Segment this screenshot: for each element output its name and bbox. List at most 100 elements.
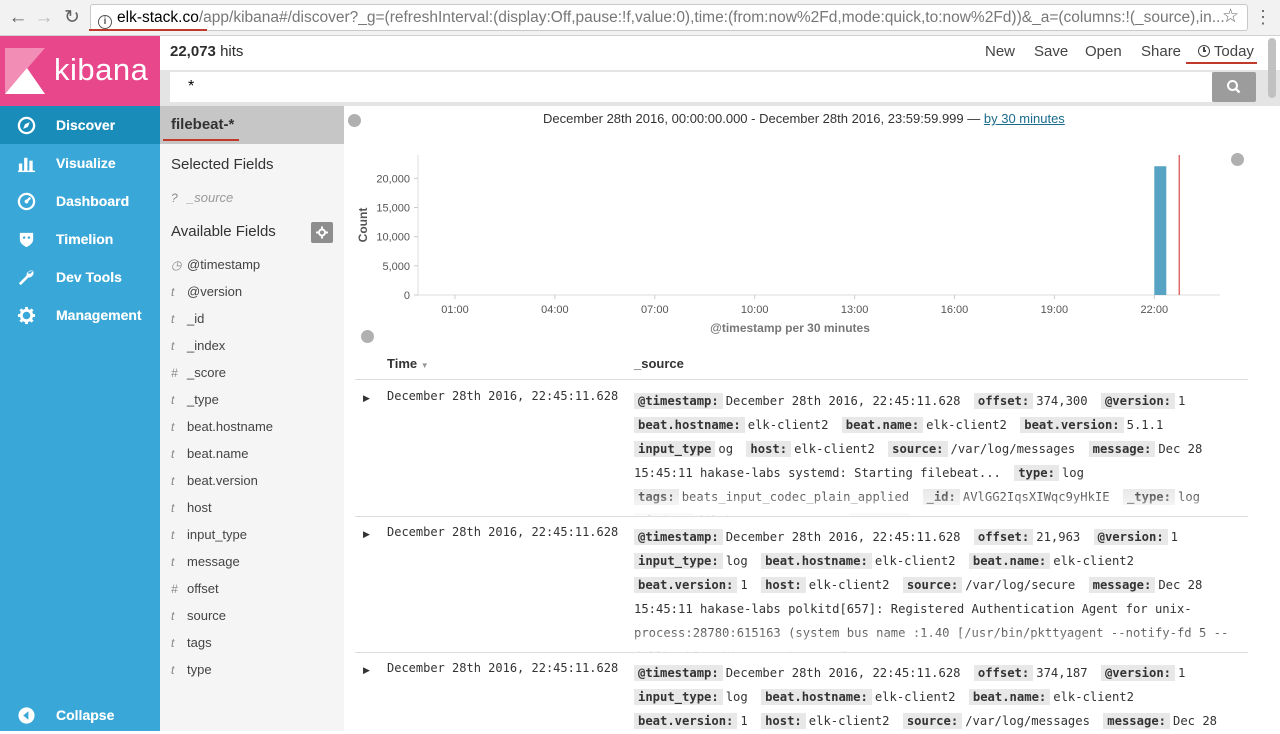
field-item[interactable]: t beat.version <box>171 472 258 490</box>
sidebar-item-dashboard[interactable]: Dashboard <box>0 182 160 220</box>
field-item[interactable]: t message <box>171 553 240 571</box>
field-item[interactable]: ? _source <box>171 189 233 207</box>
annotation-underline-today <box>1186 62 1257 64</box>
field-type-icon: t <box>171 501 175 515</box>
x-tick-label: 07:00 <box>641 304 669 316</box>
field-item[interactable]: t beat.name <box>171 445 248 463</box>
field-type-icon: t <box>171 609 175 623</box>
x-tick-label: 22:00 <box>1141 304 1169 316</box>
histogram-bar <box>1154 166 1167 295</box>
expand-row-icon[interactable]: ▶ <box>363 529 370 540</box>
sidebar-collapse-button[interactable]: Collapse <box>0 696 160 734</box>
bookmark-star-icon[interactable]: ☆ <box>1222 6 1239 28</box>
hit-count: 22,073 hits <box>170 43 243 60</box>
field-name: _score <box>187 365 227 380</box>
sidebar-item-timelion[interactable]: Timelion <box>0 220 160 258</box>
back-arrow-icon[interactable]: ← <box>6 6 30 30</box>
field-type-icon: ◷ <box>171 258 182 272</box>
source-field-key: input_type: <box>634 553 723 569</box>
save-button[interactable]: Save <box>1034 43 1068 60</box>
field-item[interactable]: t beat.hostname <box>171 418 273 436</box>
sidebar-item-label: Visualize <box>56 155 116 171</box>
sidebar-item-label: Dev Tools <box>56 269 122 285</box>
share-button[interactable]: Share <box>1141 43 1181 60</box>
source-field-value: elk-client2 <box>747 418 829 432</box>
field-name: tags <box>187 635 212 650</box>
collapse-sidebar-icon[interactable] <box>348 114 361 127</box>
row-fade-overlay <box>355 624 1248 652</box>
source-field-value: 374,187 <box>1036 666 1088 680</box>
field-item[interactable]: t _type <box>171 391 219 409</box>
field-type-icon: t <box>171 447 175 461</box>
source-field-key: host: <box>746 441 792 457</box>
field-item[interactable]: # offset <box>171 580 219 598</box>
time-range-label: December 28th 2016, 00:00:00.000 - Decem… <box>543 111 1065 126</box>
field-item[interactable]: t source <box>171 607 226 625</box>
y-tick-label: 15,000 <box>376 203 410 215</box>
browser-menu-icon[interactable]: ⋮ <box>1254 6 1272 28</box>
search-button[interactable] <box>1212 72 1256 102</box>
field-item[interactable]: t type <box>171 661 212 679</box>
y-axis-label: Count <box>356 208 370 243</box>
expand-row-icon[interactable]: ▶ <box>363 665 370 676</box>
kibana-sidebar: kibana Discover Visualize Dashboard Time… <box>0 36 160 731</box>
histogram-chart: 0 5,000 10,000 15,000 20,000 Count 01:00 04:00 0… <box>356 155 1220 335</box>
x-tick-label: 10:00 <box>741 304 769 316</box>
page-scrollbar[interactable] <box>1268 38 1276 98</box>
info-icon[interactable]: i <box>98 15 112 29</box>
sidebar-item-visualize[interactable]: Visualize <box>0 144 160 182</box>
field-item[interactable]: t @version <box>171 283 242 301</box>
source-field-key: source: <box>902 577 963 593</box>
field-item[interactable]: t _id <box>171 310 204 328</box>
field-item[interactable]: # _score <box>171 364 226 382</box>
source-field-value: 1 <box>1170 530 1179 544</box>
index-pattern-name[interactable]: filebeat-* <box>171 116 234 133</box>
search-input[interactable] <box>170 72 1212 102</box>
x-tick-label: 19:00 <box>1041 304 1069 316</box>
field-settings-button[interactable] <box>311 222 333 243</box>
open-button[interactable]: Open <box>1085 43 1122 60</box>
table-row: ▶ December 28th 2016, 22:45:11.628 @timest… <box>355 380 1248 516</box>
sidebar-item-dev-tools[interactable]: Dev Tools <box>0 258 160 296</box>
collapse-chart-icon[interactable] <box>361 330 374 343</box>
expand-row-icon[interactable]: ▶ <box>363 393 370 404</box>
field-item[interactable]: t input_type <box>171 526 247 544</box>
x-axis-label: @timestamp per 30 minutes <box>710 321 870 335</box>
source-field-value: 1 <box>740 578 748 592</box>
field-name: beat.name <box>187 446 249 461</box>
source-field-value: elk-client2 <box>794 442 875 456</box>
source-field-value: elk-client2 <box>1053 554 1134 568</box>
new-button[interactable]: New <box>985 43 1015 60</box>
gear-icon <box>316 226 328 239</box>
field-name: _source <box>187 190 234 205</box>
x-tick-label: 01:00 <box>441 304 469 316</box>
time-column-header[interactable]: Time ▼ <box>387 356 429 371</box>
forward-arrow-icon[interactable]: → <box>32 6 56 30</box>
row-time: December 28th 2016, 22:45:11.628 <box>387 525 619 539</box>
reload-icon[interactable]: ↻ <box>60 6 84 30</box>
source-field-key: @timestamp: <box>634 393 723 409</box>
field-item[interactable]: ◷ @timestamp <box>171 256 260 274</box>
sidebar-item-label: Dashboard <box>56 193 130 209</box>
table-row: ▶ December 28th 2016, 22:45:11.628 @timest… <box>355 652 1248 731</box>
source-field-value: elk-client2 <box>874 690 956 704</box>
sidebar-item-management[interactable]: Management <box>0 296 160 334</box>
address-bar[interactable]: i elk-stack.co/app/kibana#/discover?_g=(r… <box>90 4 1248 31</box>
shield-icon <box>19 232 34 248</box>
source-field-value: December 28th 2016, 22:45:11.628 <box>725 666 961 680</box>
time-picker-button[interactable]: Today <box>1198 43 1254 60</box>
source-field-value: /var/log/messages <box>950 442 1076 456</box>
sidebar-item-discover[interactable]: Discover <box>0 106 160 144</box>
search-icon <box>1227 80 1241 94</box>
wrench-icon <box>18 270 34 286</box>
source-field-value: 1 <box>740 714 748 728</box>
field-type-icon: t <box>171 312 175 326</box>
interval-link[interactable]: by 30 minutes <box>984 111 1065 126</box>
source-field-value: December 28th 2016, 22:45:11.628 <box>725 530 961 544</box>
field-item[interactable]: t tags <box>171 634 212 652</box>
field-item[interactable]: t _index <box>171 337 225 355</box>
source-field-key: @version: <box>1093 529 1168 545</box>
kibana-logo[interactable]: kibana <box>0 36 160 106</box>
field-item[interactable]: t host <box>171 499 212 517</box>
sort-caret-icon[interactable]: ▼ <box>421 361 429 370</box>
